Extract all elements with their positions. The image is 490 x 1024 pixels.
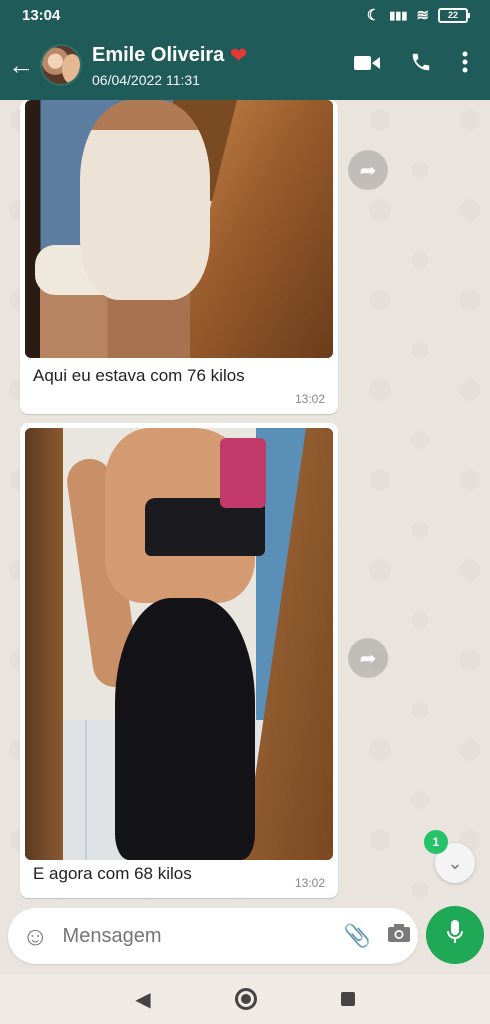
status-bar: 13:04 ☾ ▮▮▮ ≋ 22	[0, 0, 490, 30]
nav-home-icon[interactable]	[234, 988, 257, 1010]
photo-detail	[115, 598, 255, 860]
message-caption: Aqui eu estava com 76 kilos	[33, 366, 245, 385]
more-vert-icon[interactable]	[462, 51, 468, 79]
system-nav-bar: ◀	[0, 974, 490, 1024]
camera-icon[interactable]	[387, 923, 411, 949]
nav-back-icon[interactable]: ◀	[135, 987, 150, 1012]
message-bubble[interactable]: E agora com 68 kilos 13:02	[20, 423, 338, 898]
forward-icon[interactable]: ➦	[348, 638, 388, 678]
attach-icon[interactable]: 📎	[344, 923, 371, 949]
message-photo[interactable]	[25, 428, 333, 860]
contact-name-text: Emile Oliveira	[92, 43, 225, 66]
status-time: 13:04	[22, 6, 61, 24]
video-call-icon[interactable]	[354, 52, 380, 78]
message-photo[interactable]	[25, 100, 333, 358]
chat-header: ← Emile Oliveira ❤ 06/04/2022 11:31	[0, 30, 490, 100]
arrow-left-icon[interactable]: ←	[2, 50, 40, 81]
message-time: 13:02	[294, 392, 325, 406]
contact-info[interactable]: Emile Oliveira ❤ 06/04/2022 11:31	[92, 43, 354, 88]
contact-subtitle: 06/04/2022 11:31	[92, 71, 200, 88]
avatar[interactable]	[40, 44, 82, 86]
header-actions	[354, 51, 468, 79]
emoji-icon[interactable]: ☺	[22, 921, 49, 952]
forward-icon[interactable]: ➦	[348, 150, 388, 190]
heart-icon: ❤	[230, 44, 248, 67]
message-input[interactable]	[62, 924, 328, 948]
wifi-icon: ≋	[416, 7, 429, 24]
phone-icon[interactable]	[410, 51, 432, 79]
mic-button[interactable]	[426, 906, 484, 964]
chat-area[interactable]: Aqui eu estava com 76 kilos 13:02 ➦ E ag…	[0, 100, 490, 908]
photo-detail	[220, 438, 266, 508]
unread-badge: 1	[424, 830, 448, 854]
contact-name: Emile Oliveira ❤	[92, 43, 354, 68]
moon-icon: ☾	[366, 7, 381, 24]
photo-detail	[25, 428, 63, 860]
battery-icon: 22	[438, 7, 470, 23]
battery-level: 22	[447, 10, 458, 20]
mic-icon	[446, 919, 464, 952]
status-icons: ☾ ▮▮▮ ≋ 22	[366, 6, 470, 24]
signal-icon: ▮▮▮	[389, 9, 408, 22]
photo-detail	[80, 100, 210, 300]
message-bubble[interactable]: Aqui eu estava com 76 kilos 13:02	[20, 100, 338, 414]
chevrons-down-icon: ⌄	[447, 852, 463, 873]
message-composer: ☺ 📎	[8, 908, 418, 964]
nav-recents-icon[interactable]	[340, 992, 355, 1006]
